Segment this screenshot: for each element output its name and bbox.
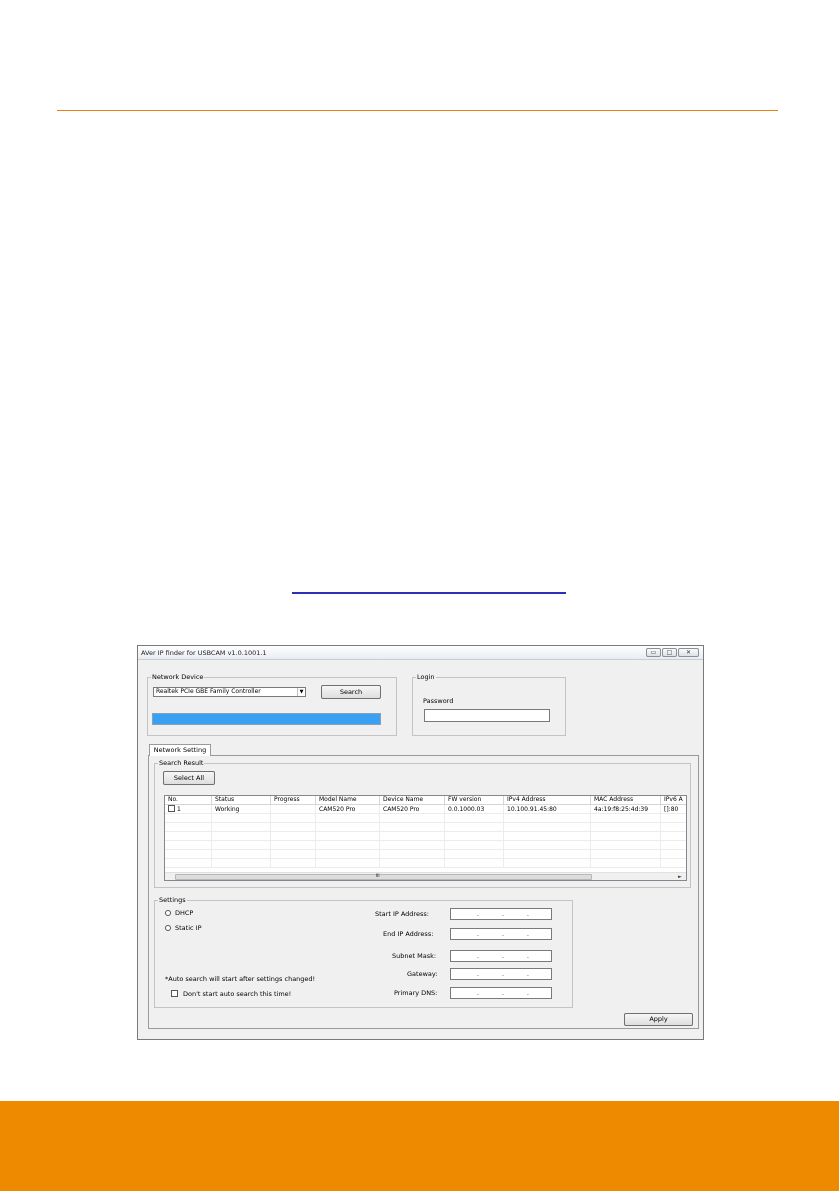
gateway-field[interactable]: ... <box>450 968 552 980</box>
search-progress-bar <box>152 713 381 725</box>
end-ip-label: End IP Address: <box>383 930 434 938</box>
scroll-right-icon[interactable]: ► <box>678 873 682 880</box>
password-label: Password <box>423 697 454 705</box>
primary-dns-field[interactable]: ... <box>450 987 552 999</box>
horizontal-scrollbar[interactable]: III ► <box>165 872 686 880</box>
minimize-button[interactable]: ▭ <box>646 648 661 657</box>
no-auto-search-label: Don't start auto search this time! <box>183 990 292 998</box>
ipv4-cell: 10.100.91.45:80 <box>504 805 591 814</box>
window-title: AVer IP finder for USBCAM v1.0.1001.1 <box>141 649 267 657</box>
footer-bar <box>0 1101 839 1191</box>
status-cell: Working <box>212 805 271 814</box>
column-header[interactable]: IPv4 Address <box>504 796 591 805</box>
end-ip-field[interactable]: ... <box>450 928 552 940</box>
dhcp-label: DHCP <box>175 909 194 917</box>
row-no: 1 <box>177 806 181 813</box>
static-ip-label: Static IP <box>175 924 202 932</box>
column-header[interactable]: Status <box>212 796 271 805</box>
start-ip-label: Start IP Address: <box>375 910 429 918</box>
password-field[interactable] <box>424 709 550 722</box>
model-cell: CAM520 Pro <box>316 805 380 814</box>
chevron-down-icon: ▼ <box>297 688 305 696</box>
title-bar[interactable]: AVer IP finder for USBCAM v1.0.1001.1 ▭ … <box>138 646 703 660</box>
subnet-mask-label: Subnet Mask: <box>392 952 437 960</box>
empty-row <box>165 814 686 823</box>
settings-label: Settings <box>158 896 187 904</box>
select-all-button[interactable]: Select All <box>163 771 215 785</box>
maximize-button[interactable]: □ <box>662 648 677 657</box>
search-result-label: Search Result <box>158 759 205 767</box>
row-checkbox[interactable] <box>168 805 175 812</box>
progress-cell <box>271 805 316 814</box>
mac-cell: 4a:19:f8:25:4d:39 <box>591 805 661 814</box>
scrollbar-thumb[interactable]: III <box>175 873 592 880</box>
hyperlink-underline[interactable] <box>292 592 566 594</box>
document-page: AVer IP finder for USBCAM v1.0.1001.1 ▭ … <box>0 0 839 1191</box>
row-no-cell[interactable]: 1 <box>165 805 212 814</box>
empty-row <box>165 859 686 868</box>
thumb-grip-icon: III <box>376 873 380 878</box>
column-header[interactable]: MAC Address <box>591 796 661 805</box>
network-device-group: Network Device Realtek PCIe GBE Family C… <box>147 673 397 736</box>
close-button[interactable]: ✕ <box>678 648 699 657</box>
device-cell: CAM520 Pro <box>380 805 445 814</box>
apply-button[interactable]: Apply <box>624 1013 693 1026</box>
column-header[interactable]: Progress <box>271 796 316 805</box>
gateway-label: Gateway: <box>407 970 438 978</box>
header-rule <box>57 110 778 111</box>
fw-cell: 0.0.1000.03 <box>445 805 504 814</box>
column-header[interactable]: IPv6 A <box>661 796 686 805</box>
table-header: No. Status Progress Model Name Device Na… <box>165 796 686 805</box>
column-header[interactable]: No. <box>165 796 212 805</box>
subnet-mask-field[interactable]: ... <box>450 950 552 962</box>
no-auto-search-checkbox[interactable] <box>171 990 178 997</box>
dhcp-radio[interactable] <box>165 910 171 916</box>
tab-network-setting[interactable]: Network Setting <box>149 744 211 756</box>
auto-search-note: *Auto search will start after settings c… <box>165 975 316 983</box>
search-button[interactable]: Search <box>321 685 381 699</box>
primary-dns-label: Primary DNS: <box>394 989 438 997</box>
column-header[interactable]: FW version <box>445 796 504 805</box>
ip-finder-window: AVer IP finder for USBCAM v1.0.1001.1 ▭ … <box>137 645 704 1040</box>
device-table: No. Status Progress Model Name Device Na… <box>164 795 687 881</box>
empty-row <box>165 841 686 850</box>
start-ip-field[interactable]: ... <box>450 908 552 920</box>
adapter-select[interactable]: Realtek PCIe GBE Family Controller ▼ <box>153 687 306 697</box>
empty-row <box>165 823 686 832</box>
column-header[interactable]: Model Name <box>316 796 380 805</box>
empty-row <box>165 850 686 859</box>
empty-row <box>165 832 686 841</box>
adapter-select-value: Realtek PCIe GBE Family Controller <box>156 688 261 695</box>
login-label: Login <box>416 673 436 681</box>
network-device-label: Network Device <box>151 673 205 681</box>
static-ip-radio[interactable] <box>165 925 171 931</box>
table-row[interactable]: 1 Working CAM520 Pro CAM520 Pro 0.0.1000… <box>165 805 686 814</box>
login-group: Login Password <box>412 673 566 736</box>
column-header[interactable]: Device Name <box>380 796 445 805</box>
ipv6-cell: []:80 <box>661 805 686 814</box>
